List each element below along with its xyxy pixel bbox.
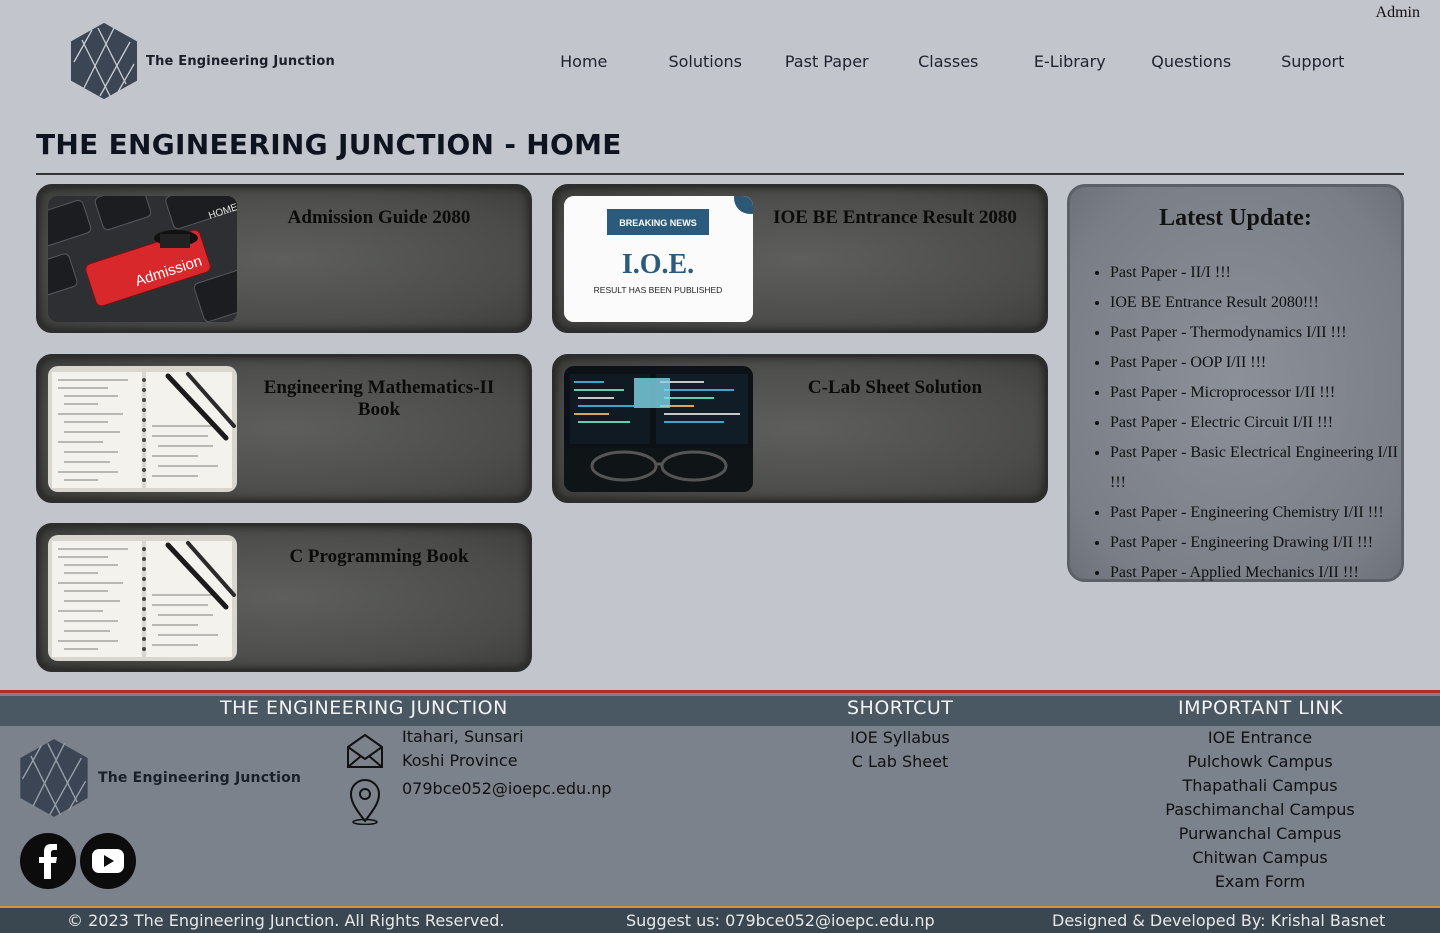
code-screen-thumbnail [564, 366, 753, 492]
address-line-2: Koshi Province [402, 751, 518, 770]
nav-past-paper[interactable]: Past Paper [766, 52, 888, 71]
latest-update-list: Past Paper - II/I !!! IOE BE Entrance Re… [1070, 258, 1401, 588]
youtube-icon[interactable] [80, 833, 136, 889]
card-c-programming-book[interactable]: C Programming Book [36, 523, 532, 672]
address-line-1: Itahari, Sunsari [402, 727, 524, 746]
shortcut-ioe-syllabus[interactable]: IOE Syllabus [800, 726, 1000, 750]
footer-email[interactable]: 079bce052@ioepc.edu.np [402, 777, 612, 801]
card-c-lab-sheet[interactable]: C-Lab Sheet Solution [552, 354, 1048, 503]
suggest-text[interactable]: Suggest us: 079bce052@ioepc.edu.np [626, 911, 935, 930]
location-pin-icon [349, 779, 381, 825]
list-item[interactable]: Past Paper - Engineering Chemistry I/II … [1110, 498, 1401, 528]
list-item[interactable]: Past Paper - Engineering Drawing I/II !!… [1110, 528, 1401, 558]
nav-classes[interactable]: Classes [888, 52, 1010, 71]
link-paschimanchal-campus[interactable]: Paschimanchal Campus [1130, 798, 1390, 822]
list-item[interactable]: Past Paper - II/I !!! [1110, 258, 1401, 288]
facebook-icon[interactable] [20, 833, 76, 889]
footer-heading-links: IMPORTANT LINK [1178, 697, 1344, 719]
page-title: THE ENGINEERING JUNCTION - HOME [36, 128, 622, 161]
card-title[interactable]: C-Lab Sheet Solution [770, 377, 1020, 399]
list-item[interactable]: Past Paper - Applied Mechanics I/II !!! [1110, 558, 1401, 588]
list-item[interactable]: Past Paper - Electric Circuit I/II !!! [1110, 408, 1401, 438]
footer-logo-text: The Engineering Junction [98, 770, 302, 786]
nav-e-library[interactable]: E-Library [1009, 52, 1131, 71]
link-chitwan-campus[interactable]: Chitwan Campus [1130, 846, 1390, 870]
notebook-thumbnail [48, 366, 237, 492]
bottom-bar: © 2023 The Engineering Junction. All Rig… [0, 906, 1440, 933]
result-published-text: RESULT HAS BEEN PUBLISHED [594, 285, 723, 295]
shortcut-c-lab-sheet[interactable]: C Lab Sheet [800, 750, 1000, 774]
nav-questions[interactable]: Questions [1131, 52, 1253, 71]
copyright-text: © 2023 The Engineering Junction. All Rig… [67, 911, 505, 930]
logo-hexagon-icon [71, 22, 137, 100]
site-logo[interactable]: The Engineering Junction [70, 22, 335, 100]
nav-support[interactable]: Support [1252, 52, 1374, 71]
main-nav: Home Solutions Past Paper Classes E-Libr… [523, 52, 1374, 71]
footer-heading-brand: THE ENGINEERING JUNCTION [220, 697, 508, 719]
ioe-result-thumbnail: BREAKING NEWS I.O.E. RESULT HAS BEEN PUB… [564, 196, 753, 322]
card-engineering-mathematics[interactable]: Engineering Mathematics-II Book [36, 354, 532, 503]
site-header: The Engineering Junction Home Solutions … [0, 0, 1440, 110]
nav-solutions[interactable]: Solutions [645, 52, 767, 71]
notebook-thumbnail [48, 535, 237, 661]
link-exam-form[interactable]: Exam Form [1130, 870, 1390, 894]
ioe-big-text: I.O.E. [622, 249, 694, 280]
site-footer: THE ENGINEERING JUNCTION SHORTCUT IMPORT… [0, 690, 1440, 933]
nav-home[interactable]: Home [523, 52, 645, 71]
link-purwanchal-campus[interactable]: Purwanchal Campus [1130, 822, 1390, 846]
shortcut-list: IOE Syllabus C Lab Sheet [800, 726, 1000, 774]
list-item[interactable]: Past Paper - Thermodynamics I/II !!! [1110, 318, 1401, 348]
title-divider [36, 173, 1404, 175]
link-pulchowk-campus[interactable]: Pulchowk Campus [1130, 750, 1390, 774]
footer-address: Itahari, Sunsari Koshi Province [402, 725, 524, 773]
list-item[interactable]: Past Paper - Basic Electrical Engineerin… [1110, 438, 1401, 498]
card-title[interactable]: C Programming Book [254, 546, 504, 568]
designer-credit: Designed & Developed By: Krishal Basnet [1052, 911, 1386, 930]
card-title[interactable]: Engineering Mathematics-II Book [254, 377, 504, 421]
link-thapathali-campus[interactable]: Thapathali Campus [1130, 774, 1390, 798]
latest-update-heading: Latest Update: [1159, 205, 1312, 231]
list-item[interactable]: IOE BE Entrance Result 2080!!! [1110, 288, 1401, 318]
latest-update-panel: Latest Update: Past Paper - II/I !!! IOE… [1067, 184, 1404, 582]
card-title[interactable]: IOE BE Entrance Result 2080 [770, 207, 1020, 229]
card-ioe-result[interactable]: BREAKING NEWS I.O.E. RESULT HAS BEEN PUB… [552, 184, 1048, 333]
footer-logo[interactable]: The Engineering Junction [18, 737, 301, 819]
card-admission-guide[interactable]: Admission HOME Admission Guide 2080 [36, 184, 532, 333]
logo-hexagon-icon [20, 739, 88, 817]
card-title[interactable]: Admission Guide 2080 [254, 207, 504, 229]
admission-thumbnail: Admission HOME [48, 196, 237, 322]
breaking-news-text: BREAKING NEWS [619, 218, 697, 228]
list-item[interactable]: Past Paper - Microprocessor I/II !!! [1110, 378, 1401, 408]
envelope-icon [347, 733, 383, 768]
logo-text: The Engineering Junction [146, 53, 335, 69]
important-links-list: IOE Entrance Pulchowk Campus Thapathali … [1130, 726, 1390, 894]
footer-heading-shortcut: SHORTCUT [847, 697, 954, 719]
link-ioe-entrance[interactable]: IOE Entrance [1130, 726, 1390, 750]
list-item[interactable]: Past Paper - OOP I/II !!! [1110, 348, 1401, 378]
